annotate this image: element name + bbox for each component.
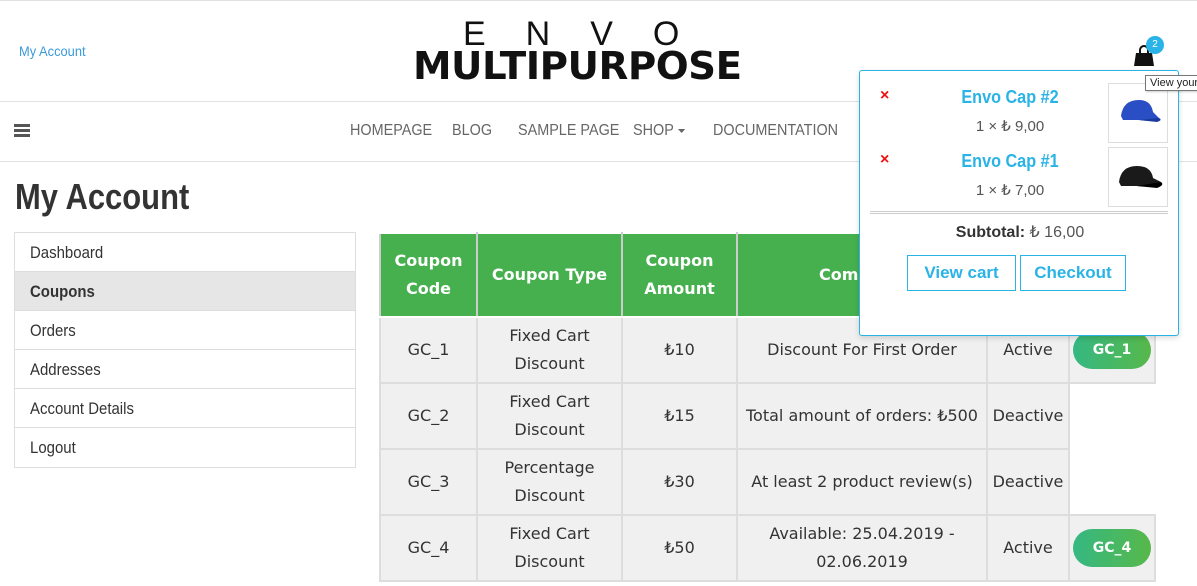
coupon-comment-cell: At least 2 product review(s) xyxy=(736,448,988,516)
nav-homepage[interactable]: HOMEPAGE xyxy=(350,122,432,140)
coupon-comment-cell: Total amount of orders: ₺500 xyxy=(736,382,988,450)
account-navigation: Dashboard Coupons Orders Addresses Accou… xyxy=(14,232,356,468)
site-logo[interactable]: ENVO MULTIPURPOSE xyxy=(413,17,758,87)
nav-sample-page[interactable]: SAMPLE PAGE xyxy=(518,122,619,140)
coupon-code-cell: GC_4 xyxy=(379,514,478,582)
table-row: GC_2 Fixed Cart Discount ₺15 Total amoun… xyxy=(379,382,1155,450)
remove-item-icon[interactable]: × xyxy=(880,87,889,105)
coupon-code-cell: GC_1 xyxy=(379,316,478,384)
item-qty: 1 × xyxy=(975,182,998,199)
hamburger-icon[interactable] xyxy=(14,124,30,138)
cart-tooltip: View your xyxy=(1145,75,1197,91)
coupon-amount-cell: ₺30 xyxy=(621,448,738,516)
product-thumbnail[interactable] xyxy=(1108,147,1168,207)
coupon-action-cell: GC_4 xyxy=(1068,514,1156,582)
nav-shop[interactable]: SHOP xyxy=(633,122,686,140)
column-header-type: Coupon Type xyxy=(476,232,623,318)
account-nav-account-details[interactable]: Account Details xyxy=(15,389,355,428)
mini-cart-item-quantity: 1 × ₺ 7,00 xyxy=(910,181,1110,199)
my-account-link[interactable]: My Account xyxy=(19,43,86,59)
item-price: ₺ 9,00 xyxy=(1001,118,1045,135)
coupon-action-cell xyxy=(1069,449,1155,515)
item-price: ₺ 7,00 xyxy=(1001,182,1045,199)
account-nav-orders[interactable]: Orders xyxy=(15,311,355,350)
account-nav-logout[interactable]: Logout xyxy=(15,428,355,467)
cart-count-badge: 2 xyxy=(1146,36,1164,54)
coupon-status-cell: Deactive xyxy=(986,382,1070,450)
black-cap-image xyxy=(1119,166,1163,188)
coupon-action-cell xyxy=(1069,383,1155,449)
table-row: GC_4 Fixed Cart Discount ₺50 Available: … xyxy=(379,514,1156,582)
account-nav-label: Logout xyxy=(30,438,76,457)
account-nav-dashboard[interactable]: Dashboard xyxy=(15,233,355,272)
apply-coupon-button[interactable]: GC_4 xyxy=(1073,529,1151,567)
nav-documentation[interactable]: DOCUMENTATION xyxy=(713,122,838,140)
account-nav-label: Orders xyxy=(30,321,76,340)
mini-cart-subtotal: Subtotal: ₺ 16,00 xyxy=(860,222,1180,242)
coupon-status-cell: Deactive xyxy=(986,448,1070,516)
account-nav-label: Dashboard xyxy=(30,243,104,262)
mini-cart-item: × Envo Cap #2 1 × ₺ 9,00 xyxy=(870,83,1168,147)
coupon-code-cell: GC_3 xyxy=(379,448,478,516)
account-nav-label: Coupons xyxy=(30,282,95,301)
account-nav-coupons[interactable]: Coupons xyxy=(15,272,355,311)
view-cart-button[interactable]: View cart xyxy=(907,255,1016,291)
nav-blog[interactable]: BLOG xyxy=(452,122,492,140)
mini-cart-item-name[interactable]: Envo Cap #1 xyxy=(920,151,1100,172)
page-title: My Account xyxy=(15,176,190,217)
nav-shop-label: SHOP xyxy=(633,122,674,139)
subtotal-value: ₺ 16,00 xyxy=(1029,224,1085,241)
blue-cap-image xyxy=(1121,100,1161,122)
coupon-status-cell: Active xyxy=(986,514,1070,582)
account-nav-addresses[interactable]: Addresses xyxy=(15,350,355,389)
mini-cart-dropdown: × Envo Cap #2 1 × ₺ 9,00 × Envo Cap #1 1… xyxy=(859,70,1179,336)
item-qty: 1 × xyxy=(975,118,998,135)
subtotal-label: Subtotal: xyxy=(955,224,1026,241)
mini-cart-divider xyxy=(870,211,1168,214)
coupon-comment-cell: Available: 25.04.2019 - 02.06.2019 xyxy=(736,514,988,582)
account-nav-label: Account Details xyxy=(30,399,134,418)
checkout-button[interactable]: Checkout xyxy=(1020,255,1126,291)
cart-button[interactable]: 2 xyxy=(1130,36,1166,71)
coupon-amount-cell: ₺50 xyxy=(621,514,738,582)
coupon-type-cell: Fixed Cart Discount xyxy=(476,514,623,582)
coupon-type-cell: Fixed Cart Discount xyxy=(476,316,623,384)
column-header-code: Coupon Code xyxy=(379,232,478,318)
table-row: GC_3 Percentage Discount ₺30 At least 2 … xyxy=(379,448,1155,516)
apply-coupon-button[interactable]: GC_1 xyxy=(1073,331,1151,369)
mini-cart-item-name[interactable]: Envo Cap #2 xyxy=(920,87,1100,108)
remove-item-icon[interactable]: × xyxy=(880,151,889,169)
logo-bottom-text: MULTIPURPOSE xyxy=(413,44,742,88)
column-header-amount: Coupon Amount xyxy=(621,232,738,318)
account-nav-label: Addresses xyxy=(30,360,101,379)
coupon-type-cell: Percentage Discount xyxy=(476,448,623,516)
coupon-amount-cell: ₺15 xyxy=(621,382,738,450)
product-thumbnail[interactable] xyxy=(1108,83,1168,143)
mini-cart-item-quantity: 1 × ₺ 9,00 xyxy=(910,117,1110,135)
coupon-code-cell: GC_2 xyxy=(379,382,478,450)
chevron-down-icon xyxy=(678,128,686,133)
coupon-amount-cell: ₺10 xyxy=(621,316,738,384)
coupon-type-cell: Fixed Cart Discount xyxy=(476,382,623,450)
mini-cart-item: × Envo Cap #1 1 × ₺ 7,00 xyxy=(870,147,1168,211)
